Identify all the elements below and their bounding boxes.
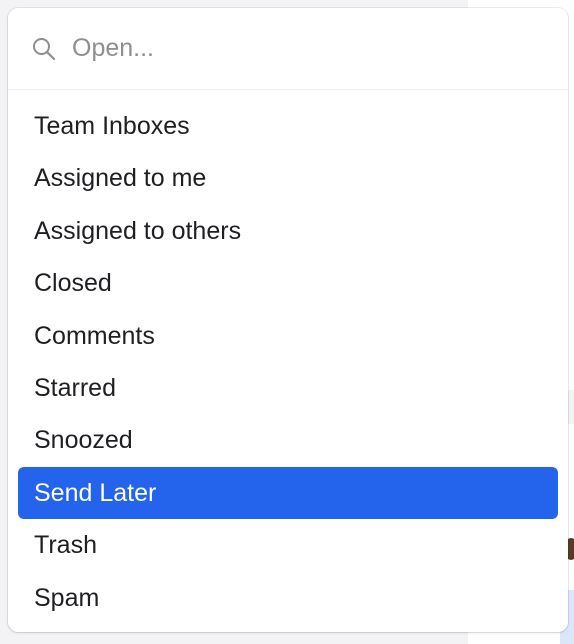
search-icon [30,35,58,63]
mailbox-menu: Team Inboxes Assigned to me Assigned to … [18,100,558,624]
menu-item-team-inboxes[interactable]: Team Inboxes [18,100,558,152]
menu-item-assigned-to-others[interactable]: Assigned to others [18,205,558,257]
menu-item-starred[interactable]: Starred [18,362,558,414]
menu-item-assigned-to-me[interactable]: Assigned to me [18,152,558,204]
menu-item-comments[interactable]: Comments [18,310,558,362]
menu-item-snoozed[interactable]: Snoozed [18,414,558,466]
menu-item-send-later[interactable]: Send Later [18,466,558,520]
menu-item-closed[interactable]: Closed [18,257,558,309]
search-bar [8,8,568,90]
search-input[interactable] [72,34,512,63]
menu-item-spam[interactable]: Spam [18,572,558,624]
open-dropdown: Team Inboxes Assigned to me Assigned to … [8,8,568,632]
menu-item-trash[interactable]: Trash [18,519,558,571]
